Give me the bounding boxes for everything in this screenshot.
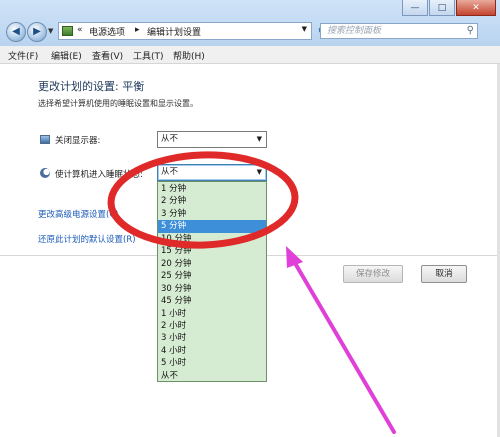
search-icon[interactable]: ⚲: [467, 24, 474, 38]
recent-pages-dropdown[interactable]: ▼: [48, 27, 53, 35]
restore-defaults-link[interactable]: 还原此计划的默认设置(R): [38, 233, 136, 245]
chevron-down-icon: ▼: [256, 168, 262, 176]
page-title: 更改计划的设置: 平衡: [38, 80, 145, 93]
menu-file[interactable]: 文件(F): [8, 49, 38, 62]
sleep-select-value: 从不: [161, 167, 179, 177]
minimize-button[interactable]: —: [402, 0, 428, 16]
sleep-option[interactable]: 从不: [158, 370, 266, 382]
sleep-option[interactable]: 30 分钟: [158, 283, 266, 295]
sleep-option[interactable]: 3 小时: [158, 332, 266, 344]
turn-off-display-select[interactable]: 从不 ▼: [157, 131, 267, 148]
page-description: 选择希望计算机使用的睡眠设置和显示设置。: [38, 99, 198, 108]
menu-bar: 文件(F) 编辑(E) 查看(V) 工具(T) 帮助(H): [0, 46, 500, 64]
menu-tools[interactable]: 工具(T): [133, 49, 164, 62]
sleep-option[interactable]: 15 分钟: [158, 245, 266, 257]
sleep-option[interactable]: 1 分钟: [158, 183, 266, 195]
sleep-option[interactable]: 4 小时: [158, 345, 266, 357]
sleep-option[interactable]: 20 分钟: [158, 258, 266, 270]
forward-arrow-icon: ▶: [33, 26, 41, 37]
menu-edit[interactable]: 编辑(E): [51, 49, 82, 62]
advanced-power-settings-link[interactable]: 更改高级电源设置(C): [38, 208, 119, 220]
sleep-option[interactable]: 3 分钟: [158, 208, 266, 220]
sleep-dropdown-list: 1 分钟 2 分钟 3 分钟 5 分钟 10 分钟 15 分钟 20 分钟 25 分钟 30 分…: [157, 181, 267, 382]
search-input[interactable]: 搜索控制面板 ⚲: [320, 23, 478, 39]
chevron-down-icon: ▼: [256, 135, 262, 143]
chevron-down-icon[interactable]: ▼: [302, 25, 307, 33]
breadcrumb-overflow[interactable]: «: [77, 25, 83, 35]
window-controls: — □ ✕: [401, 0, 496, 18]
menu-help[interactable]: 帮助(H): [173, 49, 205, 62]
cancel-button[interactable]: 取消: [421, 265, 467, 283]
control-panel-window: ◀ ▶ ▼ « 电源选项 ▸ 编辑计划设置 ▼ ⟳ 搜索控制面板 ⚲ —□✕ 文…: [0, 0, 500, 437]
turn-off-display-value: 从不: [161, 134, 179, 144]
turn-off-display-label: 关闭显示器:: [55, 136, 101, 146]
sleep-option[interactable]: 5 分钟: [158, 220, 266, 233]
sleep-option[interactable]: 25 分钟: [158, 270, 266, 282]
moon-icon: [40, 168, 50, 178]
address-bar[interactable]: « 电源选项 ▸ 编辑计划设置 ▼: [58, 22, 312, 40]
sleep-option[interactable]: 2 小时: [158, 320, 266, 332]
sleep-option[interactable]: 5 小时: [158, 357, 266, 369]
sleep-select[interactable]: 从不 ▼: [157, 164, 267, 181]
breadcrumb-power-options[interactable]: 电源选项: [89, 25, 125, 38]
sleep-option[interactable]: 2 分钟: [158, 195, 266, 207]
back-arrow-icon: ◀: [12, 26, 20, 37]
monitor-icon: [40, 135, 50, 144]
breadcrumb-separator[interactable]: ▸: [135, 25, 140, 35]
arrow-shaft: [290, 256, 396, 434]
search-placeholder: 搜索控制面板: [327, 26, 382, 36]
sleep-option[interactable]: 45 分钟: [158, 295, 266, 307]
sleep-option[interactable]: 1 小时: [158, 308, 266, 320]
close-button[interactable]: ✕: [456, 0, 496, 16]
menu-view[interactable]: 查看(V): [92, 49, 123, 62]
arrow-head: [286, 246, 303, 268]
sleep-label: 使计算机进入睡眠状态:: [55, 170, 143, 180]
back-button[interactable]: ◀: [6, 22, 26, 42]
sleep-option[interactable]: 10 分钟: [158, 233, 266, 245]
title-bar: ◀ ▶ ▼ « 电源选项 ▸ 编辑计划设置 ▼ ⟳ 搜索控制面板 ⚲ —□✕: [0, 0, 500, 46]
maximize-button[interactable]: □: [429, 0, 455, 16]
forward-button[interactable]: ▶: [27, 22, 47, 42]
save-changes-button[interactable]: 保存修改: [343, 265, 403, 283]
breadcrumb-edit-plan[interactable]: 编辑计划设置: [147, 25, 201, 38]
control-panel-icon: [62, 26, 73, 36]
